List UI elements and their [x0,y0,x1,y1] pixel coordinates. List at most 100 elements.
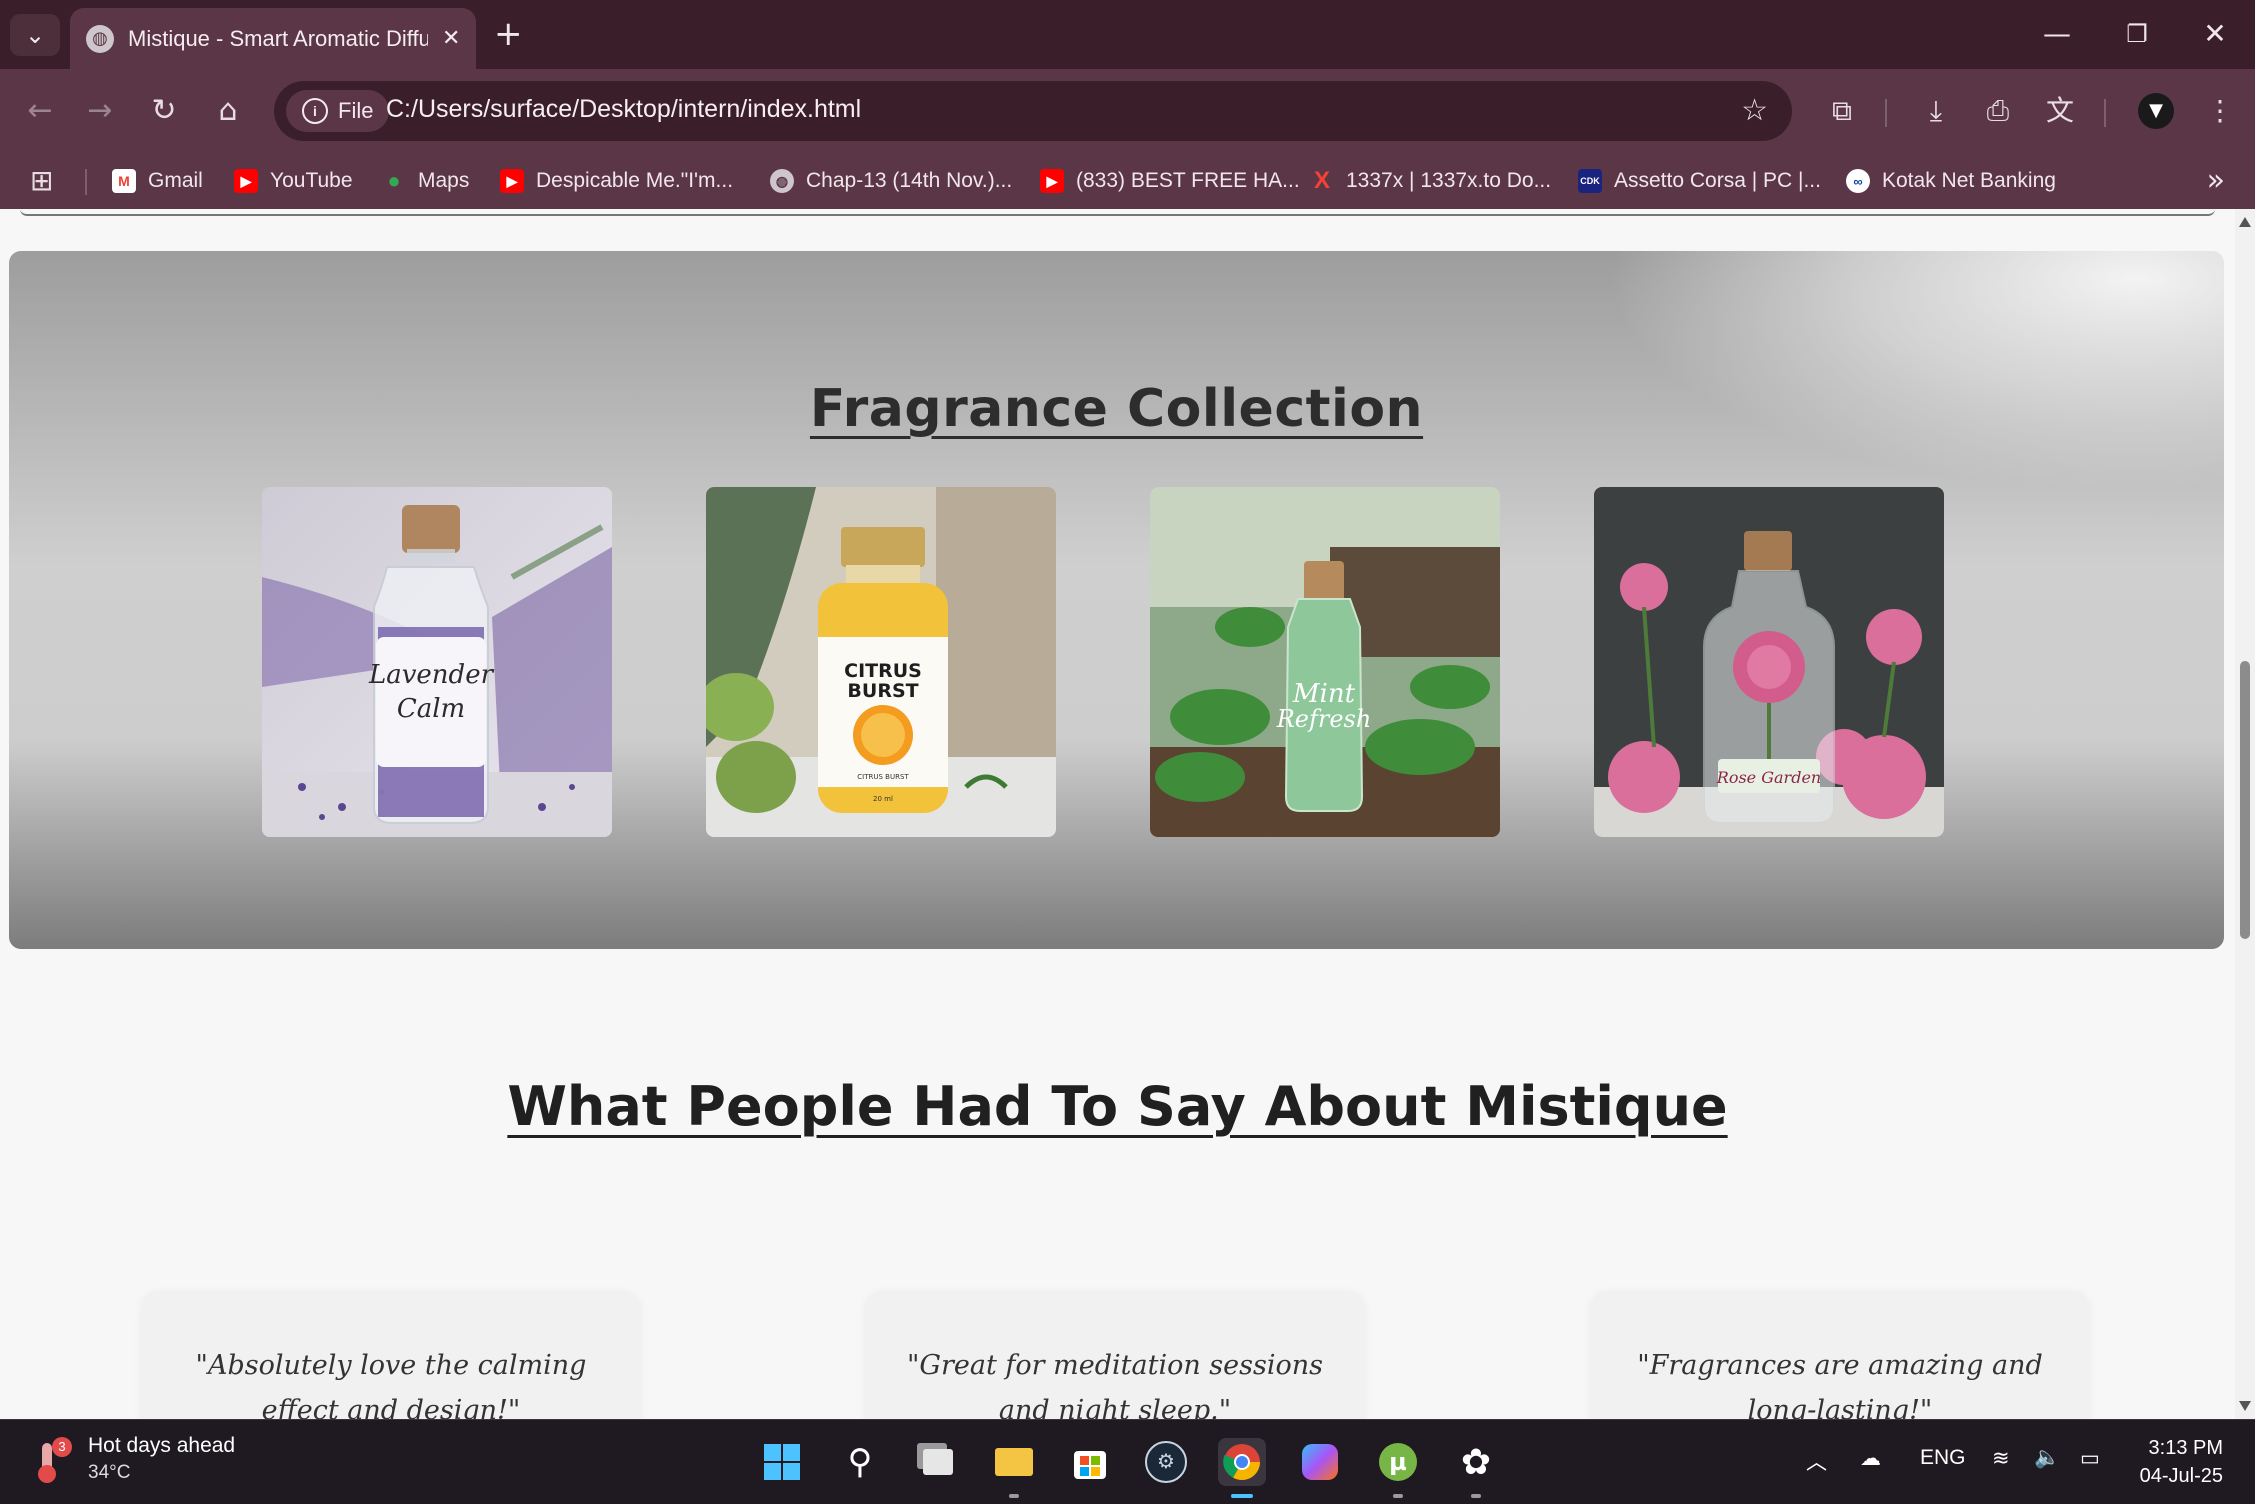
review-text: "Absolutely love the calming effect and … [195,1350,587,1419]
clock-date: 04-Jul-25 [2139,1465,2223,1487]
minimize-button[interactable]: — [2032,14,2082,54]
lavender-bottle-image: Lavender Calm [262,487,612,837]
toolbar-divider [1885,99,1887,127]
scrollbar-thumb[interactable] [2240,661,2250,939]
task-view-icon[interactable] [914,1438,962,1486]
bookmarks-divider [85,169,87,195]
search-icon[interactable]: ⚲ [836,1438,884,1486]
active-tab[interactable]: ◍ Mistique - Smart Aromatic Diffu ✕ [70,8,476,69]
utorrent-icon[interactable]: µ [1374,1438,1422,1498]
apps-grid-icon[interactable]: ⊞ [30,167,53,195]
gmail-icon: M [112,169,136,193]
thermometer-icon: 3 [30,1437,74,1483]
product-rose-garden[interactable]: Rose Garden [1594,487,1944,837]
1337x-icon: X [1313,167,1330,194]
start-button[interactable] [758,1438,806,1486]
back-button[interactable]: ← [18,89,62,133]
reload-button[interactable]: ↻ [142,89,186,133]
more-bookmarks-icon[interactable]: » [2207,163,2225,198]
product-label-line2: Calm [397,694,465,724]
extensions-icon[interactable]: ⧉ [1822,91,1862,131]
site-info-chip[interactable]: i File [286,90,390,132]
youtube-icon: ▶ [500,169,524,193]
home-button[interactable]: ⌂ [206,89,250,133]
close-window-button[interactable]: ✕ [2190,14,2240,54]
steam-icon[interactable]: ⚙ [1142,1438,1190,1486]
bookmark-chap-13[interactable]: ◍ Chap-13 (14th Nov.)... [770,163,1012,199]
product-volume: 20 ml [873,795,893,803]
product-mint-refresh[interactable]: Mint Refresh [1150,487,1500,837]
wifi-icon[interactable]: ≋ [1992,1446,2010,1471]
bookmark-best-free[interactable]: ▶ (833) BEST FREE HA... [1040,163,1300,199]
review-text: "Fragrances are amazing and long-lasting… [1637,1350,2043,1419]
download-icon[interactable]: ⤓ [1916,91,1956,131]
bookmark-label: Chap-13 (14th Nov.)... [806,169,1013,192]
battery-icon[interactable]: ▭ [2080,1446,2100,1471]
previous-section-border [20,209,2215,216]
menu-kebab-icon[interactable]: ⋮ [2200,91,2240,131]
bookmark-label: Despicable Me."I'm... [536,169,734,192]
bookmark-despicable-me[interactable]: ▶ Despicable Me."I'm... [500,163,733,199]
url-text[interactable]: C:/Users/surface/Desktop/intern/index.ht… [386,95,861,124]
product-sublabel: CITRUS BURST [857,773,909,781]
clock-time: 3:13 PM [2148,1437,2223,1459]
collection-title: Fragrance Collection [809,379,1424,439]
weather-widget[interactable]: 3 Hot days ahead 34°C [30,1434,235,1484]
forward-button[interactable]: → [78,89,122,133]
review-card: "Great for meditation sessions and night… [866,1291,1364,1419]
bookmark-assetto-corsa[interactable]: CDK Assetto Corsa | PC |... [1578,163,1821,199]
microsoft-store-icon[interactable] [1066,1438,1114,1486]
onedrive-icon[interactable]: ☁ [1860,1446,1881,1471]
browser-toolbar: ← → ↻ ⌂ i File C:/Users/surface/Desktop/… [0,69,2255,153]
tab-title: Mistique - Smart Aromatic Diffu [128,25,428,51]
close-tab-icon[interactable]: ✕ [442,26,460,51]
product-citrus-burst[interactable]: CITRUS BURST CITRUS BURST 20 ml [706,487,1056,837]
bookmark-youtube[interactable]: ▶ YouTube [234,163,353,199]
chatgpt-icon[interactable]: ✿ [1452,1438,1500,1498]
product-lavender-calm[interactable]: Lavender Calm [262,487,612,837]
profile-avatar[interactable]: ▼ [2138,93,2174,129]
bookmark-kotak[interactable]: ∞ Kotak Net Banking [1846,163,2056,199]
copilot-icon[interactable] [1296,1438,1344,1486]
bookmark-label: (833) BEST FREE HA... [1076,169,1300,192]
weather-temp: 34°C [88,1462,131,1483]
site-info-label: File [338,98,374,123]
bookmark-label: Gmail [148,169,203,192]
globe-icon: ◍ [86,24,114,53]
maps-icon: ● [387,168,401,193]
review-text: "Great for meditation sessions and night… [907,1350,1323,1419]
youtube-icon: ▶ [234,169,258,193]
restore-button[interactable]: ❐ [2112,14,2162,54]
bookmark-star-icon[interactable]: ☆ [1741,93,1768,128]
new-tab-button[interactable]: + [494,14,523,54]
print-icon[interactable]: ⎙ [1978,91,2018,131]
tab-search-button[interactable]: ⌄ [10,14,60,56]
show-hidden-icons-chevron-icon[interactable]: ︿ [1806,1446,1827,1476]
bookmark-label: YouTube [270,169,353,192]
mint-bottle-image: Mint Refresh [1150,487,1500,837]
system-clock[interactable]: 3:13 PM 04-Jul-25 [2140,1434,2223,1490]
review-card: "Fragrances are amazing and long-lasting… [1591,1291,2089,1419]
language-indicator[interactable]: ENG [1920,1446,1966,1470]
scroll-down-arrow[interactable] [2239,1401,2251,1411]
windows-logo-icon [764,1444,800,1480]
volume-icon[interactable]: 🔈 [2034,1446,2060,1470]
info-icon: i [302,98,328,124]
file-explorer-icon[interactable] [990,1438,1038,1498]
scroll-up-arrow[interactable] [2239,217,2251,227]
globe-icon: ◍ [770,169,794,193]
bookmark-1337x[interactable]: X 1337x | 1337x.to Do... [1310,163,1551,199]
page-viewport: Fragrance Collection Lavender Calm CITRU… [0,209,2235,1419]
translate-icon[interactable]: 文 [2040,91,2080,131]
chevron-down-icon: ⌄ [24,21,46,49]
page-scrollbar[interactable] [2235,209,2255,1419]
cdk-icon: CDK [1578,169,1602,193]
bookmark-label: Kotak Net Banking [1882,169,2056,192]
bookmark-gmail[interactable]: M Gmail [112,163,203,199]
product-label-line1: CITRUS [844,660,922,682]
chrome-icon[interactable] [1218,1438,1266,1498]
youtube-icon: ▶ [1040,169,1064,193]
address-bar[interactable]: i File C:/Users/surface/Desktop/intern/i… [274,81,1792,141]
bookmark-label: 1337x | 1337x.to Do... [1346,169,1552,192]
bookmark-maps[interactable]: ● Maps [382,163,469,199]
